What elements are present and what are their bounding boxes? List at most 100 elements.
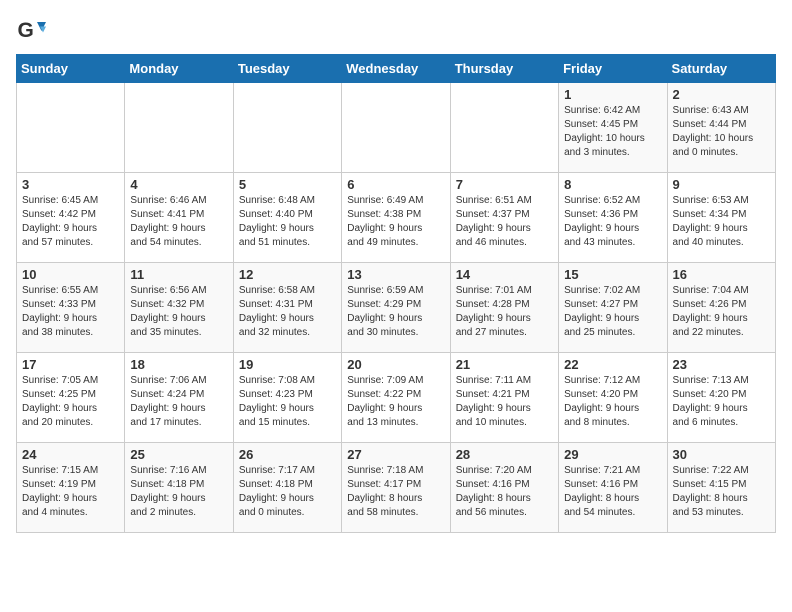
day-number: 9 [673,177,770,192]
day-number: 20 [347,357,444,372]
day-number: 19 [239,357,336,372]
calendar-cell: 1Sunrise: 6:42 AM Sunset: 4:45 PM Daylig… [559,83,667,173]
svg-text:G: G [18,19,34,42]
day-info: Sunrise: 7:16 AM Sunset: 4:18 PM Dayligh… [130,464,227,520]
day-number: 16 [673,267,770,282]
calendar-week-2: 3Sunrise: 6:45 AM Sunset: 4:42 PM Daylig… [17,173,776,263]
calendar-cell: 18 Sunrise: 7:06 AM Sunset: 4:24 PM Dayli… [125,353,233,443]
calendar-cell: 6Sunrise: 6:49 AM Sunset: 4:38 PM Daylig… [342,173,450,263]
day-info: Sunrise: 6:59 AM Sunset: 4:29 PM Dayligh… [347,284,444,340]
day-info: Sunrise: 6:49 AM Sunset: 4:38 PM Dayligh… [347,194,444,250]
calendar-cell [125,83,233,173]
day-number: 26 [239,447,336,462]
day-info: Sunrise: 7:01 AM Sunset: 4:28 PM Dayligh… [456,284,553,340]
calendar-cell: 16 Sunrise: 7:04 AM Sunset: 4:26 PM Dayli… [667,263,775,353]
day-info: Sunrise: 7:13 AM Sunset: 4:20 PM Dayligh… [673,374,770,430]
day-info: Sunrise: 7:05 AM Sunset: 4:25 PM Dayligh… [22,374,119,430]
day-info: Sunrise: 7:21 AM Sunset: 4:16 PM Dayligh… [564,464,661,520]
day-info: Sunrise: 6:55 AM Sunset: 4:33 PM Dayligh… [22,284,119,340]
day-info: Sunrise: 6:52 AM Sunset: 4:36 PM Dayligh… [564,194,661,250]
calendar-cell [233,83,341,173]
calendar-cell: 19 Sunrise: 7:08 AM Sunset: 4:23 PM Dayli… [233,353,341,443]
day-header-tuesday: Tuesday [233,55,341,83]
day-info: Sunrise: 7:06 AM Sunset: 4:24 PM Dayligh… [130,374,227,430]
logo: G [16,16,50,46]
day-info: Sunrise: 6:43 AM Sunset: 4:44 PM Dayligh… [673,104,770,160]
calendar-table: SundayMondayTuesdayWednesdayThursdayFrid… [16,54,776,533]
day-info: Sunrise: 7:15 AM Sunset: 4:19 PM Dayligh… [22,464,119,520]
day-header-sunday: Sunday [17,55,125,83]
day-info: Sunrise: 6:56 AM Sunset: 4:32 PM Dayligh… [130,284,227,340]
day-number: 30 [673,447,770,462]
day-number: 3 [22,177,119,192]
day-info: Sunrise: 6:51 AM Sunset: 4:37 PM Dayligh… [456,194,553,250]
calendar-cell: 5Sunrise: 6:48 AM Sunset: 4:40 PM Daylig… [233,173,341,263]
calendar-cell: 7 Sunrise: 6:51 AM Sunset: 4:37 PM Daylig… [450,173,558,263]
day-info: Sunrise: 7:20 AM Sunset: 4:16 PM Dayligh… [456,464,553,520]
calendar-cell [342,83,450,173]
calendar-cell: 15 Sunrise: 7:02 AM Sunset: 4:27 PM Dayli… [559,263,667,353]
day-number: 4 [130,177,227,192]
calendar-cell: 3Sunrise: 6:45 AM Sunset: 4:42 PM Daylig… [17,173,125,263]
day-number: 1 [564,87,661,102]
calendar-cell: 29Sunrise: 7:21 AM Sunset: 4:16 PM Dayli… [559,443,667,533]
day-info: Sunrise: 7:12 AM Sunset: 4:20 PM Dayligh… [564,374,661,430]
day-number: 11 [130,267,227,282]
calendar-cell: 12Sunrise: 6:58 AM Sunset: 4:31 PM Dayli… [233,263,341,353]
calendar-cell: 11 Sunrise: 6:56 AM Sunset: 4:32 PM Dayli… [125,263,233,353]
day-number: 17 [22,357,119,372]
calendar-cell: 8 Sunrise: 6:52 AM Sunset: 4:36 PM Daylig… [559,173,667,263]
calendar-header-row: SundayMondayTuesdayWednesdayThursdayFrid… [17,55,776,83]
day-number: 2 [673,87,770,102]
logo-icon: G [16,16,46,46]
day-number: 14 [456,267,553,282]
day-info: Sunrise: 6:58 AM Sunset: 4:31 PM Dayligh… [239,284,336,340]
day-info: Sunrise: 7:02 AM Sunset: 4:27 PM Dayligh… [564,284,661,340]
day-info: Sunrise: 7:08 AM Sunset: 4:23 PM Dayligh… [239,374,336,430]
calendar-cell: 17 Sunrise: 7:05 AM Sunset: 4:25 PM Dayli… [17,353,125,443]
calendar-cell: 28 Sunrise: 7:20 AM Sunset: 4:16 PM Dayli… [450,443,558,533]
day-info: Sunrise: 7:11 AM Sunset: 4:21 PM Dayligh… [456,374,553,430]
calendar-cell: 22 Sunrise: 7:12 AM Sunset: 4:20 PM Dayli… [559,353,667,443]
day-number: 8 [564,177,661,192]
calendar-week-4: 17 Sunrise: 7:05 AM Sunset: 4:25 PM Dayli… [17,353,776,443]
calendar-cell: 13 Sunrise: 6:59 AM Sunset: 4:29 PM Dayli… [342,263,450,353]
calendar-cell: 14 Sunrise: 7:01 AM Sunset: 4:28 PM Dayli… [450,263,558,353]
calendar-cell: 25 Sunrise: 7:16 AM Sunset: 4:18 PM Dayli… [125,443,233,533]
day-number: 7 [456,177,553,192]
day-number: 13 [347,267,444,282]
day-info: Sunrise: 7:04 AM Sunset: 4:26 PM Dayligh… [673,284,770,340]
calendar-week-3: 10 Sunrise: 6:55 AM Sunset: 4:33 PM Dayli… [17,263,776,353]
page-header: G [16,16,776,46]
day-number: 15 [564,267,661,282]
calendar-cell: 20Sunrise: 7:09 AM Sunset: 4:22 PM Dayli… [342,353,450,443]
day-header-wednesday: Wednesday [342,55,450,83]
calendar-cell: 30Sunrise: 7:22 AM Sunset: 4:15 PM Dayli… [667,443,775,533]
day-number: 27 [347,447,444,462]
day-number: 24 [22,447,119,462]
day-number: 18 [130,357,227,372]
day-info: Sunrise: 6:48 AM Sunset: 4:40 PM Dayligh… [239,194,336,250]
day-number: 25 [130,447,227,462]
day-number: 23 [673,357,770,372]
day-info: Sunrise: 6:46 AM Sunset: 4:41 PM Dayligh… [130,194,227,250]
calendar-cell [17,83,125,173]
day-header-thursday: Thursday [450,55,558,83]
calendar-cell: 21 Sunrise: 7:11 AM Sunset: 4:21 PM Dayli… [450,353,558,443]
calendar-cell: 24 Sunrise: 7:15 AM Sunset: 4:19 PM Dayli… [17,443,125,533]
calendar-cell: 9 Sunrise: 6:53 AM Sunset: 4:34 PM Daylig… [667,173,775,263]
day-number: 10 [22,267,119,282]
calendar-cell: 2 Sunrise: 6:43 AM Sunset: 4:44 PM Daylig… [667,83,775,173]
calendar-week-1: 1Sunrise: 6:42 AM Sunset: 4:45 PM Daylig… [17,83,776,173]
calendar-cell: 23 Sunrise: 7:13 AM Sunset: 4:20 PM Dayli… [667,353,775,443]
day-number: 28 [456,447,553,462]
day-number: 21 [456,357,553,372]
calendar-cell: 4 Sunrise: 6:46 AM Sunset: 4:41 PM Daylig… [125,173,233,263]
day-header-saturday: Saturday [667,55,775,83]
calendar-week-5: 24 Sunrise: 7:15 AM Sunset: 4:19 PM Dayli… [17,443,776,533]
day-info: Sunrise: 7:18 AM Sunset: 4:17 PM Dayligh… [347,464,444,520]
day-info: Sunrise: 6:53 AM Sunset: 4:34 PM Dayligh… [673,194,770,250]
day-info: Sunrise: 7:17 AM Sunset: 4:18 PM Dayligh… [239,464,336,520]
calendar-cell [450,83,558,173]
day-number: 22 [564,357,661,372]
